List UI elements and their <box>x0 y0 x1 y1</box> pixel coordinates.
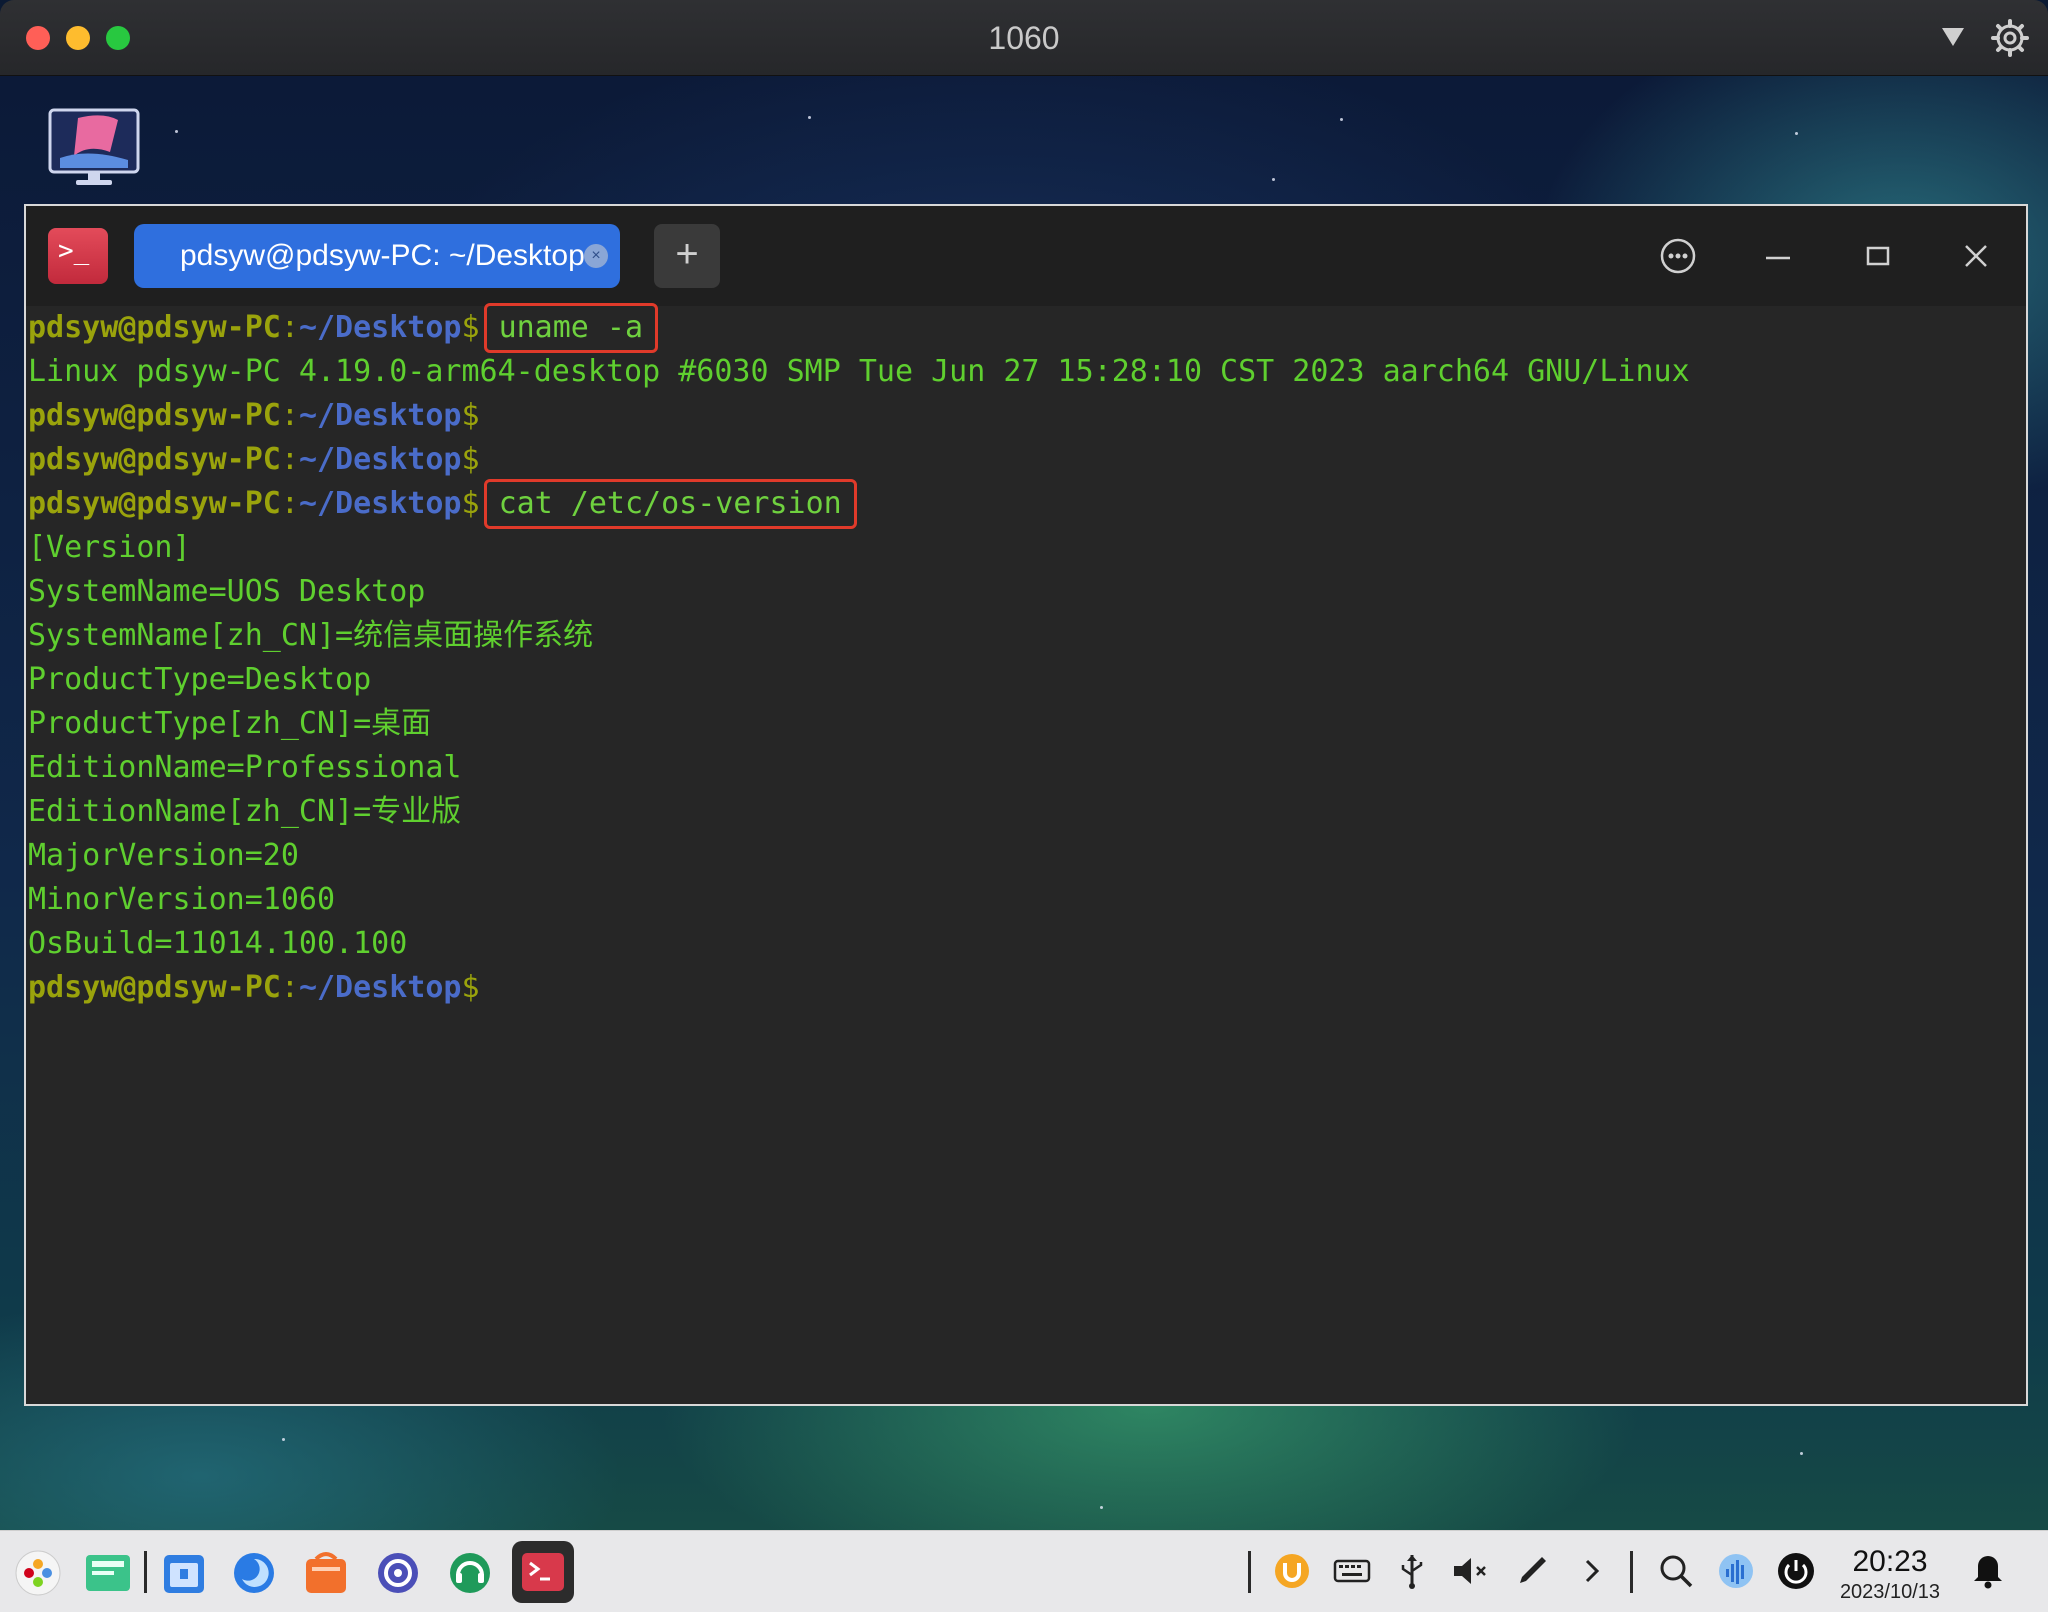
prompt-user-host: pdsyw@pdsyw-PC <box>28 398 281 433</box>
terminal-line: [Version] <box>28 530 191 565</box>
control-center-icon[interactable] <box>374 1549 422 1597</box>
prompt-colon: : <box>280 398 299 433</box>
new-tab-button[interactable]: + <box>654 224 720 288</box>
terminal-line: SystemName=UOS Desktop <box>28 574 426 609</box>
terminal-app-icon: >_ <box>48 228 108 284</box>
multitask-icon[interactable] <box>84 1549 132 1597</box>
maximize-icon[interactable] <box>1858 236 1898 276</box>
browser-icon[interactable] <box>230 1549 278 1597</box>
terminal-window: >_ pdsyw@pdsyw-PC: ~/Desktop × + pdsyw@p… <box>24 204 2028 1406</box>
prompt-path: ~/Desktop <box>298 310 462 345</box>
taskbar-separator <box>144 1551 147 1593</box>
vm-titlebar: 1060 <box>0 0 2048 76</box>
dropdown-arrow-icon[interactable] <box>1936 20 1970 54</box>
network-icon[interactable] <box>1716 1551 1756 1591</box>
prompt-colon: : <box>280 486 299 521</box>
terminal-output[interactable]: pdsyw@pdsyw-PC:~/Desktop$ uname -a Linux … <box>26 303 2026 1010</box>
star <box>1800 1452 1803 1455</box>
support-icon[interactable] <box>446 1549 494 1597</box>
terminal-line: MajorVersion=20 <box>28 838 299 873</box>
terminal-line: pdsyw@pdsyw-PC:~/Desktop$ <box>26 966 2026 1010</box>
vm-window-title: 1060 <box>988 20 1060 56</box>
more-options-icon[interactable] <box>1658 236 1698 276</box>
terminal-icon <box>522 1553 564 1591</box>
tab-terminal[interactable]: pdsyw@pdsyw-PC: ~/Desktop × <box>134 224 620 288</box>
pen-icon[interactable] <box>1512 1551 1552 1591</box>
star <box>808 116 811 119</box>
prompt-user-host: pdsyw@pdsyw-PC <box>28 486 281 521</box>
prompt-path: ~/Desktop <box>298 442 462 477</box>
launcher-icon[interactable] <box>14 1549 62 1597</box>
prompt-dollar: $ <box>461 970 480 1005</box>
keyboard-icon[interactable] <box>1332 1551 1372 1591</box>
expand-tray-icon[interactable] <box>1572 1551 1612 1591</box>
prompt-dollar: $ <box>461 486 480 521</box>
prompt-path: ~/Desktop <box>298 398 462 433</box>
terminal-line: ProductType[zh_CN]=桌面 <box>28 706 432 741</box>
terminal-titlebar: >_ pdsyw@pdsyw-PC: ~/Desktop × + <box>26 206 2026 306</box>
app-store-icon[interactable] <box>302 1549 350 1597</box>
terminal-line: EditionName=Professional <box>28 750 462 785</box>
prompt-colon: : <box>280 310 299 345</box>
taskbar-separator <box>1248 1551 1251 1593</box>
prompt-colon: : <box>280 970 299 1005</box>
close-icon[interactable] <box>1956 236 1996 276</box>
terminal-line: pdsyw@pdsyw-PC:~/Desktop$ uname -a <box>26 303 2026 353</box>
terminal-line: pdsyw@pdsyw-PC:~/Desktop$ <box>26 394 2026 438</box>
taskbar: 20:23 2023/10/13 <box>0 1530 2048 1612</box>
prompt-path: ~/Desktop <box>298 486 462 521</box>
terminal-line: pdsyw@pdsyw-PC:~/Desktop$ cat /etc/os-ver… <box>26 479 2026 529</box>
search-icon[interactable] <box>1656 1551 1696 1591</box>
star <box>282 1438 285 1441</box>
volume-muted-icon[interactable] <box>1450 1551 1490 1591</box>
prompt-user-host: pdsyw@pdsyw-PC <box>28 442 281 477</box>
power-icon[interactable] <box>1776 1551 1816 1591</box>
prompt-user-host: pdsyw@pdsyw-PC <box>28 970 281 1005</box>
star <box>1340 118 1343 121</box>
terminal-line: OsBuild=11014.100.100 <box>28 926 408 961</box>
tab-title: pdsyw@pdsyw-PC: ~/Desktop <box>180 239 585 272</box>
highlighted-command: uname -a <box>483 303 659 353</box>
terminal-line: MinorVersion=1060 <box>28 882 336 917</box>
star <box>1100 1506 1103 1509</box>
terminal-line: Linux pdsyw-PC 4.19.0-arm64-desktop #603… <box>28 354 1690 389</box>
notification-icon[interactable] <box>1968 1551 2008 1591</box>
prompt-path: ~/Desktop <box>298 970 462 1005</box>
star <box>1272 178 1275 181</box>
terminal-line: ProductType=Desktop <box>28 662 372 697</box>
taskbar-separator <box>1630 1551 1633 1593</box>
prompt-dollar: $ <box>461 442 480 477</box>
minimize-icon[interactable] <box>1758 236 1798 276</box>
gear-icon[interactable] <box>1990 18 2030 58</box>
terminal-line: EditionName[zh_CN]=专业版 <box>28 794 462 829</box>
tab-close-button[interactable]: × <box>584 244 608 268</box>
prompt-dollar: $ <box>461 310 480 345</box>
prompt-colon: : <box>280 442 299 477</box>
star <box>175 130 178 133</box>
uos-id-icon[interactable] <box>1272 1551 1312 1591</box>
terminal-line: pdsyw@pdsyw-PC:~/Desktop$ <box>26 438 2026 482</box>
computer-icon[interactable] <box>48 108 140 188</box>
clock-date[interactable]: 2023/10/13 <box>1830 1581 1950 1604</box>
prompt-dollar: $ <box>461 398 480 433</box>
usb-icon[interactable] <box>1392 1551 1432 1591</box>
terminal-line: SystemName[zh_CN]=统信桌面操作系统 <box>28 618 594 653</box>
star <box>1795 132 1798 135</box>
highlighted-command: cat /etc/os-version <box>483 479 857 529</box>
clock-time[interactable]: 20:23 <box>1840 1545 1940 1579</box>
file-manager-icon[interactable] <box>160 1549 208 1597</box>
prompt-user-host: pdsyw@pdsyw-PC <box>28 310 281 345</box>
terminal-taskbar-button[interactable] <box>512 1541 574 1603</box>
